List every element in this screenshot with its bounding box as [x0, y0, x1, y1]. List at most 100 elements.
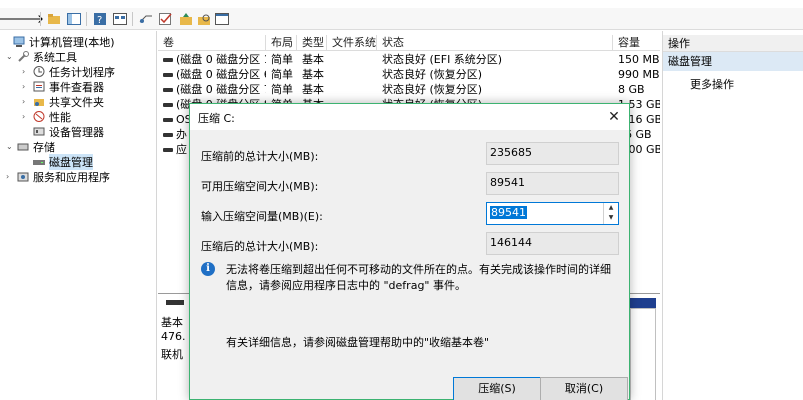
cell-status: 状态良好 (恢复分区)	[382, 83, 483, 96]
disk-icon	[163, 148, 173, 152]
disk-icon	[163, 118, 173, 122]
toolbar-separator	[86, 12, 87, 26]
tree-item-label: 任务计划程序	[49, 65, 115, 79]
tree-item-label: 系统工具	[33, 50, 77, 64]
svg-text:?: ?	[97, 15, 102, 25]
shrink-amount-stepper[interactable]: 89541 ▲ ▼	[486, 202, 619, 225]
column-header-filesystem[interactable]: 文件系统	[327, 35, 377, 51]
tree-item-device-manager[interactable]: 设备管理器	[22, 124, 104, 139]
disk-icon	[163, 73, 173, 77]
column-header-capacity[interactable]: 容量	[613, 35, 660, 51]
chevron-down-icon[interactable]: ⌄	[6, 52, 16, 61]
table-row[interactable]: (磁盘 0 磁盘分区 1) 简单 基本 状态良好 (EFI 系统分区) 150 …	[158, 52, 660, 67]
disk-icon	[32, 156, 46, 168]
tree-item-storage[interactable]: ⌄ 存储	[6, 139, 55, 154]
forward-arrow-icon[interactable]: 🡒	[12, 11, 44, 26]
tree-item-label: 磁盘管理	[49, 153, 93, 170]
chevron-down-icon[interactable]: ⌄	[6, 142, 16, 151]
tree-item-label: 共享文件夹	[49, 95, 104, 109]
cell-status: 状态良好 (EFI 系统分区)	[382, 53, 503, 66]
cell-layout: 简单	[271, 68, 293, 81]
help-icon[interactable]: ?	[92, 11, 108, 26]
chevron-right-icon[interactable]: ›	[6, 172, 16, 181]
disk-icon	[163, 133, 173, 137]
column-header-type[interactable]: 类型	[297, 35, 327, 51]
cell-volume: (磁盘 0 磁盘分区 6)	[158, 67, 266, 82]
info-icon: i	[201, 262, 215, 276]
partition-block[interactable]	[630, 308, 656, 400]
table-row[interactable]: (磁盘 0 磁盘分区 6) 简单 基本 状态良好 (恢复分区) 990 MB	[158, 67, 660, 82]
up-folder-icon[interactable]	[46, 11, 62, 26]
help-message: 有关详细信息，请参阅磁盘管理帮助中的"收缩基本卷"	[226, 336, 490, 349]
chevron-right-icon[interactable]: ›	[22, 82, 32, 91]
cell-volume-text: 办	[176, 128, 187, 141]
dialog-title-bar: 压缩 C: ✕	[190, 104, 629, 130]
label-available-space: 可用压缩空间大小(MB):	[201, 180, 319, 193]
disk-status-label: 联机	[161, 348, 183, 361]
disk-size-label: 476.	[161, 330, 186, 343]
field-total-after: 146144	[486, 232, 619, 255]
properties-icon[interactable]	[112, 11, 128, 26]
column-header-layout[interactable]: 布局	[266, 35, 297, 51]
spin-down-icon[interactable]: ▼	[604, 213, 618, 223]
table-row[interactable]: (磁盘 0 磁盘分区 7) 简单 基本 状态良好 (恢复分区) 8 GB	[158, 82, 660, 97]
tree-item-system-tools[interactable]: ⌄ 系统工具	[6, 49, 77, 64]
event-viewer-icon	[32, 81, 46, 93]
clock-icon	[32, 65, 46, 78]
actions-section-disk-management[interactable]: 磁盘管理	[663, 52, 803, 71]
dialog-title: 压缩 C:	[198, 112, 235, 125]
computer-icon	[12, 36, 26, 48]
close-icon[interactable]: ✕	[605, 108, 623, 126]
actions-pane: 操作 磁盘管理 更多操作	[662, 31, 803, 400]
chevron-right-icon[interactable]: ›	[22, 67, 32, 76]
connect-icon[interactable]	[138, 11, 154, 26]
label-total-after: 压缩后的总计大小(MB):	[201, 240, 319, 253]
label-total-before: 压缩前的总计大小(MB):	[201, 150, 319, 163]
chevron-right-icon[interactable]: ›	[22, 97, 32, 106]
tree-item-label: 性能	[49, 110, 71, 124]
shared-folder-icon	[32, 96, 46, 108]
disk-type-label: 基本	[161, 316, 183, 329]
more-actions-link[interactable]: 更多操作	[690, 76, 734, 92]
tree-item-performance[interactable]: › 性能	[22, 109, 71, 124]
tree-item-label: 计算机管理(本地)	[29, 35, 115, 49]
cell-type: 基本	[302, 83, 324, 96]
tree-item-task-scheduler[interactable]: › 任务计划程序	[22, 64, 115, 79]
console-tree-icon[interactable]	[66, 11, 82, 26]
shrink-amount-value[interactable]: 89541	[490, 206, 527, 219]
cell-volume: (磁盘 0 磁盘分区 1)	[158, 52, 266, 67]
chevron-right-icon[interactable]: ›	[22, 112, 32, 121]
tree-item-disk-management[interactable]: 磁盘管理	[22, 153, 93, 170]
disk-icon	[163, 58, 173, 62]
window-icon[interactable]	[214, 11, 230, 26]
toolbar-separator	[132, 12, 133, 26]
tree-item-shared-folders[interactable]: › 共享文件夹	[22, 94, 104, 109]
cell-volume-text: (磁盘 0 磁盘分区 1)	[176, 53, 266, 66]
column-header-status[interactable]: 状态	[377, 35, 613, 51]
upload-icon[interactable]	[178, 11, 194, 26]
services-icon	[16, 171, 30, 183]
spin-up-icon[interactable]: ▲	[604, 203, 618, 213]
cell-volume: (磁盘 0 磁盘分区 7)	[158, 82, 266, 97]
shrink-button[interactable]: 压缩(S)	[453, 377, 541, 400]
field-total-before: 235685	[486, 142, 619, 165]
disk-icon	[163, 88, 173, 92]
tree-item-services-apps[interactable]: › 服务和应用程序	[6, 169, 110, 184]
cell-volume-text: 应	[176, 143, 187, 156]
cell-capacity: 990 MB	[618, 68, 660, 81]
cell-volume-text: (磁盘 0 磁盘分区 7)	[176, 83, 266, 96]
tree-item-event-viewer[interactable]: › 事件查看器	[22, 79, 104, 94]
column-header-volume[interactable]: 卷	[158, 35, 266, 51]
spin-buttons: ▲ ▼	[603, 203, 618, 224]
checkmark-icon[interactable]	[158, 11, 174, 26]
actions-header: 操作	[663, 35, 803, 52]
toolbar-separator	[40, 12, 41, 26]
tree-item-label: 存储	[33, 140, 55, 154]
tree-item-computer-management[interactable]: 计算机管理(本地)	[2, 34, 115, 49]
label-shrink-amount: 输入压缩空间量(MB)(E):	[201, 210, 323, 223]
console-tree: 计算机管理(本地) ⌄ 系统工具 › 任务计划程序 › 事件查看器 › 共享文件…	[0, 31, 157, 400]
tree-item-label: 事件查看器	[49, 80, 104, 94]
cell-type: 基本	[302, 53, 324, 66]
search-folder-icon[interactable]	[196, 11, 212, 26]
cancel-button[interactable]: 取消(C)	[540, 377, 628, 400]
